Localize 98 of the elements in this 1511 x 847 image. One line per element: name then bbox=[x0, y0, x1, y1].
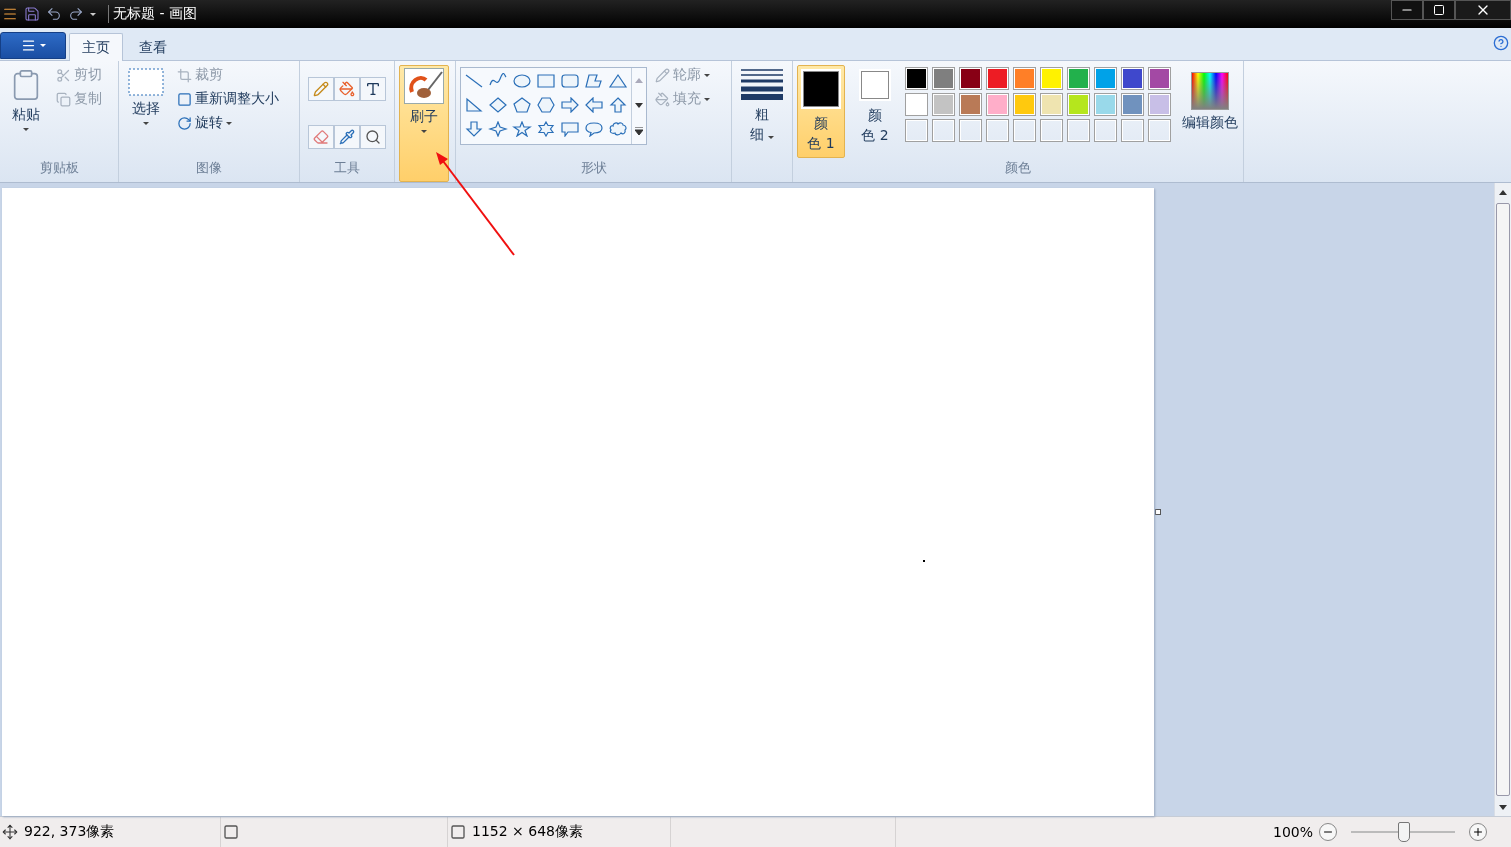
empty-swatch[interactable] bbox=[1094, 119, 1117, 142]
save-icon bbox=[24, 6, 40, 22]
paint-bucket-icon bbox=[339, 81, 355, 97]
pencil-icon bbox=[313, 81, 329, 97]
selection-size-icon bbox=[223, 824, 239, 840]
zoom-slider-thumb[interactable] bbox=[1398, 822, 1410, 842]
color-swatch[interactable] bbox=[959, 67, 982, 90]
empty-swatch[interactable] bbox=[1121, 119, 1144, 142]
scroll-down-icon[interactable] bbox=[1498, 802, 1508, 812]
color-swatch[interactable] bbox=[986, 93, 1009, 116]
canvas-size-icon bbox=[450, 824, 466, 840]
color-swatch[interactable] bbox=[1040, 93, 1063, 116]
color-swatch[interactable] bbox=[1148, 93, 1171, 116]
cursor-position: 922, 373像素 bbox=[24, 823, 115, 841]
group-label: 形状 bbox=[580, 159, 607, 177]
ribbon-tab[interactable]: 查看 bbox=[126, 33, 180, 61]
magnifier-icon bbox=[365, 128, 381, 145]
color-picker-button[interactable]: 颜 色 1 bbox=[797, 65, 845, 158]
color-picker-button[interactable]: 颜 色 2 bbox=[851, 65, 899, 158]
select-button[interactable]: 选择 bbox=[123, 65, 169, 158]
color-swatch[interactable] bbox=[1148, 67, 1171, 90]
redo-icon bbox=[68, 6, 84, 22]
color-swatch[interactable] bbox=[1121, 93, 1144, 116]
color-picker-tool[interactable] bbox=[334, 124, 360, 149]
color-swatch[interactable] bbox=[986, 67, 1009, 90]
dashed-rectangle-icon bbox=[128, 68, 164, 96]
group-label: 工具 bbox=[334, 159, 360, 177]
color-swatch[interactable] bbox=[1094, 67, 1117, 90]
group-label: 图像 bbox=[196, 159, 222, 177]
color-swatch[interactable] bbox=[959, 93, 982, 116]
maximize-button[interactable] bbox=[1423, 0, 1455, 20]
color-swatch[interactable] bbox=[1067, 67, 1090, 90]
color-swatch[interactable] bbox=[932, 93, 955, 116]
customize-caret-icon[interactable] bbox=[90, 12, 96, 16]
edit-colors-button[interactable]: 编辑颜色 bbox=[1181, 65, 1239, 158]
pipette-icon bbox=[339, 128, 355, 145]
color-swatch[interactable] bbox=[905, 93, 928, 116]
color-swatch[interactable] bbox=[1067, 93, 1090, 116]
color-spectrum-icon bbox=[1191, 72, 1229, 110]
empty-swatch[interactable] bbox=[932, 119, 955, 142]
ribbon-tab[interactable]: 主页 bbox=[69, 33, 123, 61]
crop-icon bbox=[177, 67, 192, 83]
maximize-icon bbox=[1433, 4, 1445, 16]
move-icon bbox=[2, 824, 18, 840]
plus-icon bbox=[1472, 826, 1484, 838]
magnifier-tool[interactable] bbox=[360, 124, 386, 149]
window-title: 无标题 - 画图 bbox=[108, 5, 197, 23]
resize-icon bbox=[177, 91, 192, 107]
paste-button[interactable]: 粘贴 bbox=[4, 65, 48, 158]
empty-swatch[interactable] bbox=[1148, 119, 1171, 142]
empty-swatch[interactable] bbox=[1067, 119, 1090, 142]
help-icon[interactable] bbox=[1493, 35, 1509, 51]
canvas-size: 1152 × 648像素 bbox=[472, 823, 583, 841]
expand-gallery-icon[interactable] bbox=[634, 126, 644, 137]
minimize-button[interactable] bbox=[1391, 0, 1423, 20]
rotate-icon bbox=[177, 115, 192, 131]
text-tool[interactable] bbox=[360, 77, 386, 101]
brush-icon bbox=[404, 68, 444, 104]
group-label: 颜色 bbox=[1005, 159, 1031, 177]
empty-swatch[interactable] bbox=[1013, 119, 1036, 142]
scrollbar-thumb[interactable] bbox=[1496, 203, 1510, 796]
undo-icon bbox=[46, 6, 62, 22]
color-swatch[interactable] bbox=[1013, 67, 1036, 90]
rotate-button[interactable]: 旋转 bbox=[175, 113, 281, 133]
resize-handle[interactable] bbox=[1155, 509, 1161, 515]
caret-icon bbox=[226, 121, 232, 125]
file-menu-button[interactable] bbox=[0, 32, 66, 59]
scissors-icon bbox=[56, 67, 71, 83]
color-swatch[interactable] bbox=[1040, 67, 1063, 90]
size-button[interactable]: 粗 细 bbox=[736, 65, 788, 182]
eraser-tool[interactable] bbox=[308, 124, 334, 149]
zoom-in-button[interactable] bbox=[1469, 823, 1487, 841]
zoom-out-button[interactable] bbox=[1319, 823, 1337, 841]
pencil-tool[interactable] bbox=[308, 77, 334, 101]
color-swatch[interactable] bbox=[1121, 67, 1144, 90]
resize-button[interactable]: 重新调整大小 bbox=[175, 89, 281, 109]
color-swatch[interactable] bbox=[905, 67, 928, 90]
pencil-icon bbox=[655, 67, 670, 83]
color-swatch[interactable] bbox=[1094, 93, 1117, 116]
color-swatch[interactable] bbox=[932, 67, 955, 90]
zoom-level: 100% bbox=[1272, 824, 1313, 840]
caret-icon bbox=[39, 44, 46, 47]
eraser-icon bbox=[313, 128, 329, 145]
group-label: 剪贴板 bbox=[39, 159, 79, 177]
copy-icon bbox=[56, 91, 71, 107]
caret-icon bbox=[704, 73, 710, 77]
empty-swatch[interactable] bbox=[1040, 119, 1063, 142]
empty-swatch[interactable] bbox=[905, 119, 928, 142]
menu-icon bbox=[20, 38, 36, 53]
caret-icon bbox=[704, 97, 710, 101]
line-widths-icon bbox=[741, 68, 783, 100]
close-button[interactable] bbox=[1455, 0, 1511, 20]
paint-bucket-icon bbox=[655, 91, 670, 107]
empty-swatch[interactable] bbox=[986, 119, 1009, 142]
color-swatch[interactable] bbox=[1013, 93, 1036, 116]
text-icon bbox=[365, 81, 381, 97]
empty-swatch[interactable] bbox=[959, 119, 982, 142]
brush-button[interactable]: 刷子 bbox=[399, 65, 449, 182]
